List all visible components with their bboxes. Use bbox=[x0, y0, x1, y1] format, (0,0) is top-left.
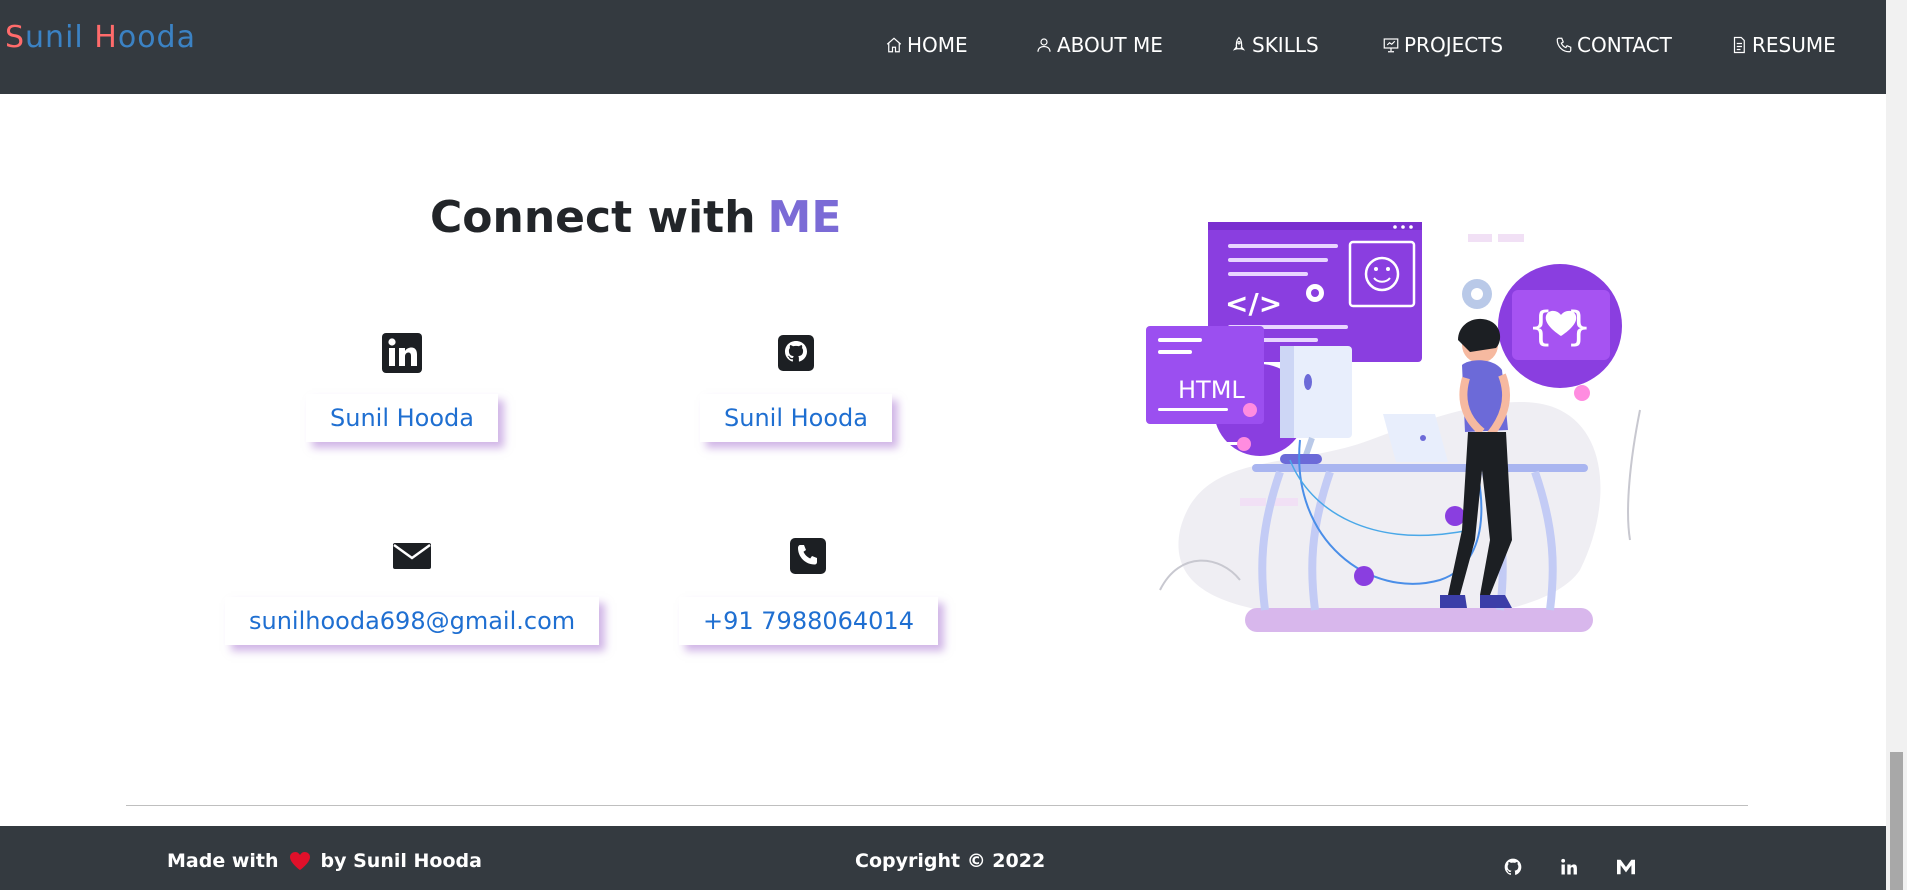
brand-letter: unil bbox=[25, 20, 95, 55]
scrollbar-thumb[interactable] bbox=[1890, 752, 1903, 890]
home-icon bbox=[886, 37, 902, 53]
code-symbol: </> bbox=[1225, 287, 1282, 320]
linkedin-icon[interactable] bbox=[1558, 856, 1580, 878]
nav-skills-label: SKILLS bbox=[1252, 33, 1319, 57]
linkedin-icon[interactable] bbox=[381, 332, 423, 374]
connect-heading-accent: ME bbox=[767, 192, 842, 243]
nav-projects[interactable]: PROJECTS bbox=[1382, 33, 1503, 57]
phone-icon[interactable] bbox=[787, 535, 829, 577]
page-scrollbar[interactable] bbox=[1886, 0, 1907, 890]
github-link[interactable]: Sunil Hooda bbox=[700, 394, 892, 442]
brand-letter: H bbox=[94, 20, 118, 55]
navbar: Sunil Hooda HOME ABOUT ME SKILLS PROJECT… bbox=[0, 0, 1886, 94]
user-icon bbox=[1037, 38, 1051, 52]
nav-about-label: ABOUT ME bbox=[1057, 33, 1163, 57]
nav-contact-label: CONTACT bbox=[1577, 33, 1672, 57]
footer-made-with: Made with by Sunil Hooda bbox=[167, 850, 482, 872]
connect-heading: Connect with ME bbox=[430, 192, 841, 243]
contact-phone: +91 7988064014 bbox=[679, 535, 938, 645]
nav-home-label: HOME bbox=[907, 33, 968, 57]
copyright-text: Copyright © 2022 bbox=[855, 850, 1046, 872]
footer: Made with by Sunil Hooda Copyright © 202… bbox=[0, 826, 1886, 890]
phone-link[interactable]: +91 7988064014 bbox=[679, 597, 938, 645]
nav-resume[interactable]: RESUME bbox=[1730, 33, 1836, 57]
brand-logo[interactable]: Sunil Hooda bbox=[5, 20, 196, 55]
nav-home[interactable]: HOME bbox=[885, 33, 968, 57]
nav-skills[interactable]: SKILLS bbox=[1230, 33, 1319, 57]
heart-icon bbox=[289, 851, 311, 871]
github-icon[interactable] bbox=[1502, 856, 1524, 878]
linkedin-link[interactable]: Sunil Hooda bbox=[306, 394, 498, 442]
document-icon bbox=[1733, 36, 1745, 54]
made-with-text: Made with bbox=[167, 850, 279, 872]
phone-icon bbox=[1556, 37, 1572, 53]
nav-resume-label: RESUME bbox=[1752, 33, 1836, 57]
email-link[interactable]: sunilhooda698@gmail.com bbox=[225, 597, 600, 645]
presentation-icon bbox=[1383, 38, 1399, 53]
mail-icon[interactable] bbox=[391, 535, 433, 577]
rocket-icon bbox=[1232, 36, 1246, 51]
nav-contact[interactable]: CONTACT bbox=[1555, 33, 1672, 57]
brand-letter: ooda bbox=[117, 20, 196, 55]
brand-letter: S bbox=[5, 20, 26, 55]
contact-email: sunilhooda698@gmail.com bbox=[225, 535, 600, 645]
made-by-text: by Sunil Hooda bbox=[320, 850, 482, 872]
contact-linkedin: Sunil Hooda bbox=[306, 332, 498, 442]
gmail-icon[interactable] bbox=[1615, 856, 1637, 878]
nav-about[interactable]: ABOUT ME bbox=[1035, 33, 1163, 57]
html-label: HTML bbox=[1178, 376, 1245, 404]
footer-divider bbox=[126, 805, 1748, 806]
nav-projects-label: PROJECTS bbox=[1404, 33, 1504, 57]
contact-github: Sunil Hooda bbox=[700, 332, 892, 442]
github-icon[interactable] bbox=[775, 332, 817, 374]
connect-heading-text: Connect with bbox=[430, 192, 756, 243]
developer-illustration: </> HTML { } bbox=[1140, 210, 1680, 640]
